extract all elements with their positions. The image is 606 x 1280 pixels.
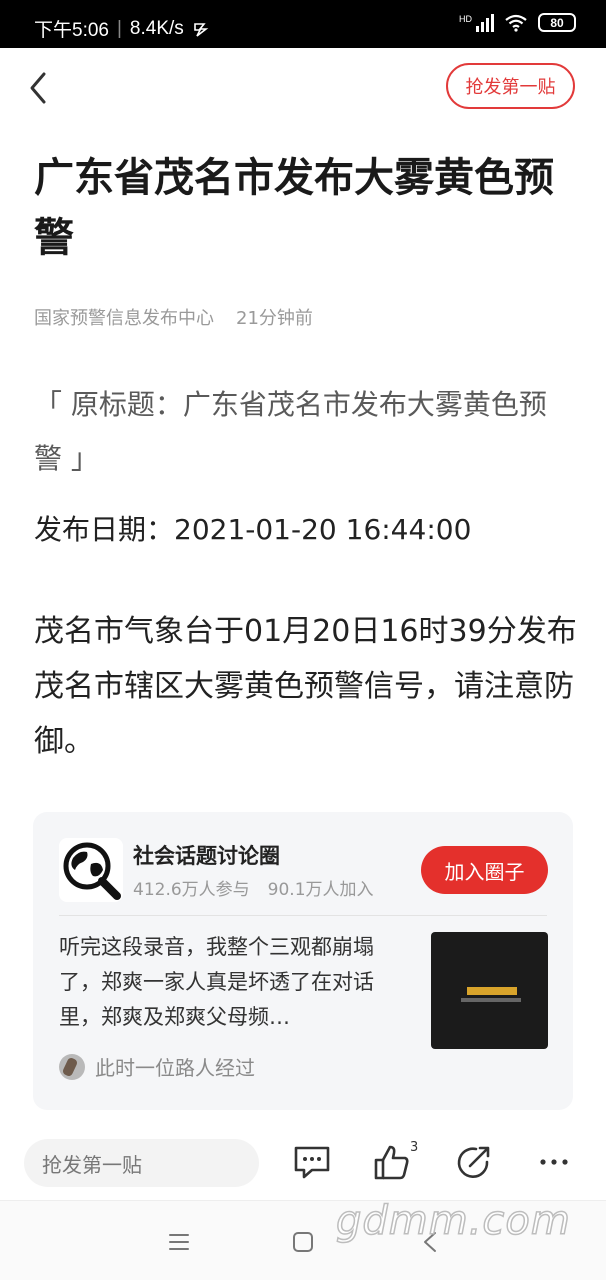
wifi-icon: [505, 14, 527, 32]
nav-home-button[interactable]: [288, 1227, 318, 1257]
signal-icon: HD: [459, 13, 494, 32]
article-meta: 国家预警信息发布中心 21分钟前: [34, 304, 313, 330]
watermark: gdmm.com: [335, 1197, 571, 1245]
circle-post-text[interactable]: 听完这段录音，我整个三观都崩塌了，郑爽一家人真是坏透了在对话里，郑爽及郑爽父母频…: [59, 930, 411, 1035]
circle-joined: 90.1万人加入: [267, 880, 374, 900]
article-body: 茂名市气象台于01月20日16时39分发布茂名市辖区大雾黄色预警信号，请注意防御…: [34, 614, 577, 759]
comment-button[interactable]: [290, 1140, 334, 1184]
original-title: 「 原标题：广东省茂名市发布大雾黄色预警 」: [34, 388, 547, 475]
menu-icon: [169, 1234, 189, 1250]
like-button[interactable]: [370, 1140, 414, 1184]
share-button[interactable]: [452, 1140, 496, 1184]
post-thumbnail[interactable]: [431, 932, 548, 1049]
publish-date: 发布日期：2021-01-20 16:44:00: [34, 513, 472, 546]
globe-magnifier-icon: [63, 842, 121, 900]
battery-level: 80: [550, 15, 564, 30]
share-icon: [457, 1146, 490, 1178]
status-bar: 下午5:06 | 8.4K/s HD 80: [0, 0, 606, 48]
status-right: HD 80: [459, 13, 576, 32]
status-speed: 8.4K/s: [129, 17, 184, 39]
thumbnail-caption-line: [461, 998, 521, 1002]
chevron-left-icon: [30, 72, 46, 104]
passer-by-text: 此时一位路人经过: [95, 1056, 255, 1080]
status-separator: |: [116, 17, 122, 39]
comment-input[interactable]: 抢发第一贴: [24, 1139, 259, 1187]
circle-participants: 412.6万人参与: [133, 880, 250, 900]
article-source[interactable]: 国家预警信息发布中心: [34, 304, 214, 330]
home-square-icon: [293, 1232, 313, 1252]
more-icon: [540, 1159, 568, 1165]
hd-badge: HD: [459, 13, 472, 24]
circle-logo: [59, 838, 123, 902]
thumbs-up-icon: [374, 1145, 409, 1180]
more-button[interactable]: [532, 1140, 576, 1184]
passer-by-row: 此时一位路人经过: [59, 1052, 255, 1081]
card-divider: [59, 915, 547, 916]
article-time: 21分钟前: [236, 308, 313, 329]
avatar: [59, 1053, 85, 1080]
comment-icon: [294, 1146, 330, 1179]
status-left: 下午5:06 | 8.4K/s: [34, 15, 210, 42]
battery-indicator: 80: [538, 13, 576, 32]
back-button[interactable]: [24, 68, 54, 108]
join-circle-button[interactable]: 加入圈子: [421, 846, 548, 894]
notification-icon: [193, 22, 209, 37]
thumbnail-caption-bar: [467, 987, 517, 995]
circle-card[interactable]: 社会话题讨论圈 412.6万人参与 90.1万人加入 加入圈子 听完这段录音，我…: [33, 812, 573, 1110]
circle-stats: 412.6万人参与 90.1万人加入: [133, 875, 374, 900]
status-time: 下午5:06: [34, 20, 109, 41]
grab-first-post-button[interactable]: 抢发第一贴: [446, 63, 575, 109]
article-title: 广东省茂名市发布大雾黄色预警: [34, 155, 554, 261]
like-count: 3: [410, 1140, 419, 1155]
nav-menu-button[interactable]: [164, 1227, 194, 1257]
circle-name: 社会话题讨论圈: [133, 844, 280, 868]
